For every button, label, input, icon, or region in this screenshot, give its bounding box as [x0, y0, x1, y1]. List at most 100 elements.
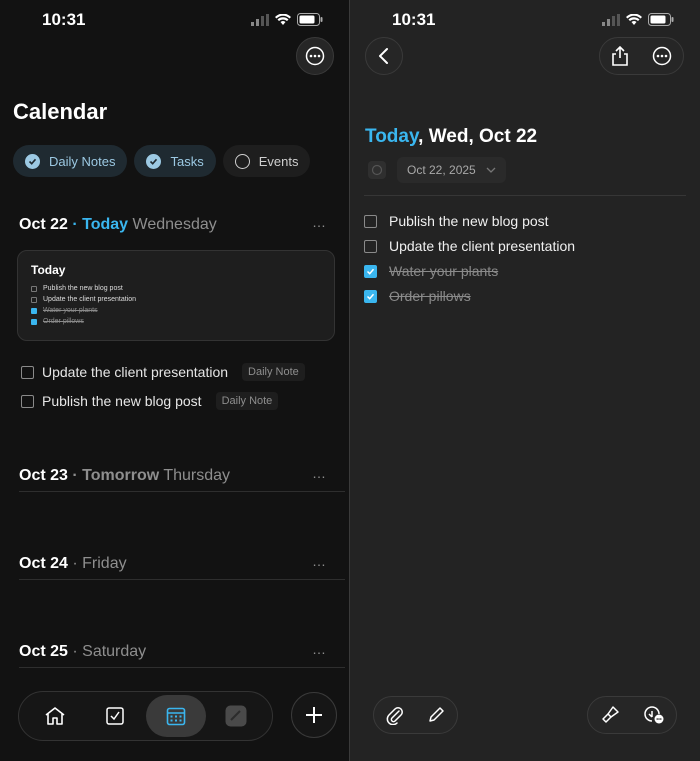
card-item-text: Publish the new blog post [43, 285, 123, 292]
check-circle-icon [25, 153, 40, 169]
day-more-icon[interactable]: … [312, 214, 327, 230]
day-weekday: Friday [82, 555, 127, 572]
card-item: Update the client presentation [31, 294, 321, 305]
signal-icon [602, 13, 620, 26]
filter-tasks[interactable]: Tasks [134, 145, 216, 177]
title-today: Today [365, 126, 419, 147]
add-button[interactable] [291, 692, 337, 738]
wifi-icon [626, 13, 642, 25]
day-date: Oct 22 [19, 216, 68, 233]
task-text: Water your plants [389, 263, 499, 279]
tab-home[interactable] [25, 695, 85, 737]
day-more-icon[interactable]: … [312, 553, 327, 569]
divider [19, 579, 345, 580]
checkbox-checked-icon [31, 307, 37, 314]
day-separator: · [67, 555, 83, 572]
back-button[interactable] [365, 37, 403, 75]
card-item-text: Update the client presentation [43, 296, 137, 303]
day-more-icon[interactable]: … [312, 641, 327, 657]
card-item-text: Water your plants [43, 307, 98, 314]
divider [19, 667, 345, 668]
task-text: Update the client presentation [389, 238, 576, 254]
more-options-button[interactable] [296, 37, 334, 75]
ai-assistant-icon[interactable] [643, 705, 665, 725]
plus-icon [306, 707, 322, 723]
paintbrush-icon[interactable] [600, 705, 620, 725]
battery-icon [297, 13, 323, 26]
checkbox-icon [106, 707, 125, 725]
task-text: Publish the new blog post [389, 213, 549, 229]
day-date: Oct 25 [19, 643, 68, 660]
attach-draw-toolbar [373, 696, 458, 734]
card-item-text: Order pillows [43, 318, 84, 325]
divider [19, 491, 345, 492]
task-tag: Daily Note [215, 392, 279, 410]
checkbox-checked-icon[interactable] [364, 289, 377, 303]
tab-bar [18, 691, 273, 741]
day-separator: · [67, 467, 83, 484]
task-row[interactable]: Publish the new blog post Daily Note [21, 392, 279, 410]
pencil-icon[interactable] [427, 706, 445, 724]
chevron-down-icon [486, 167, 496, 173]
day-header-oct-23[interactable]: Oct 23 · Tomorrow Thursday [19, 467, 230, 485]
checkbox-icon[interactable] [364, 214, 377, 228]
task-text: Update the client presentation [42, 364, 229, 380]
task-text: Publish the new blog post [42, 393, 202, 409]
header-actions [599, 37, 684, 75]
note-task[interactable]: Order pillows [364, 288, 471, 304]
day-separator: · [67, 216, 83, 233]
day-header-oct-24[interactable]: Oct 24 · Friday [19, 555, 127, 573]
filter-label: Daily Notes [49, 153, 116, 169]
date-value: Oct 22, 2025 [407, 163, 476, 177]
filter-label: Events [258, 153, 299, 169]
checkbox-checked-icon [31, 318, 37, 325]
checkbox-icon[interactable] [21, 394, 34, 408]
chevron-left-icon [379, 48, 388, 64]
status-bar: 10:31 [350, 0, 700, 40]
day-relative: Today [82, 216, 129, 233]
checkbox-icon[interactable] [364, 239, 377, 253]
day-header-oct-25[interactable]: Oct 25 · Saturday [19, 643, 146, 661]
status-bar: 10:31 [0, 0, 349, 40]
checkbox-icon [31, 296, 37, 303]
day-weekday: Wednesday [132, 216, 217, 233]
tab-calendar[interactable] [145, 695, 206, 737]
ellipsis-circle-icon[interactable] [652, 46, 672, 66]
status-icons [602, 13, 674, 26]
note-task[interactable]: Water your plants [364, 263, 498, 279]
card-item: Order pillows [31, 316, 321, 327]
day-date: Oct 23 [19, 467, 68, 484]
day-header-oct-22[interactable]: Oct 22 · Today Wednesday [19, 216, 217, 234]
calendar-icon [166, 707, 185, 726]
card-title: Today [31, 263, 66, 277]
card-item: Water your plants [31, 305, 321, 316]
filter-events[interactable]: Events [222, 145, 311, 177]
ellipsis-circle-icon [305, 46, 325, 66]
paperclip-icon[interactable] [386, 705, 404, 725]
tab-app[interactable] [206, 695, 266, 737]
status-icons [251, 13, 323, 26]
checkbox-checked-icon[interactable] [364, 264, 377, 278]
day-relative: Tomorrow [82, 467, 160, 484]
check-circle-icon [146, 153, 162, 169]
day-more-icon[interactable]: … [312, 465, 327, 481]
checkbox-icon[interactable] [21, 365, 34, 379]
home-icon [45, 707, 65, 725]
note-task[interactable]: Publish the new blog post [364, 213, 549, 229]
divider [364, 195, 686, 196]
app-icon [225, 705, 247, 727]
day-date: Oct 24 [19, 555, 68, 572]
format-ai-toolbar [587, 696, 677, 734]
day-weekday: Saturday [82, 643, 147, 660]
tab-tasks[interactable] [85, 695, 145, 737]
daily-note-card[interactable]: Today Publish the new blog post Update t… [17, 250, 335, 341]
date-picker[interactable]: Oct 22, 2025 [397, 157, 506, 183]
share-icon[interactable] [611, 46, 629, 66]
task-row[interactable]: Update the client presentation Daily Not… [21, 363, 305, 381]
empty-circle-icon [234, 153, 250, 169]
task-tag: Daily Note [242, 363, 305, 381]
filter-daily-notes[interactable]: Daily Notes [13, 145, 128, 177]
note-title: Today, Wed, Oct 22 [365, 126, 537, 148]
note-task[interactable]: Update the client presentation [364, 238, 575, 254]
template-icon[interactable] [368, 161, 386, 179]
